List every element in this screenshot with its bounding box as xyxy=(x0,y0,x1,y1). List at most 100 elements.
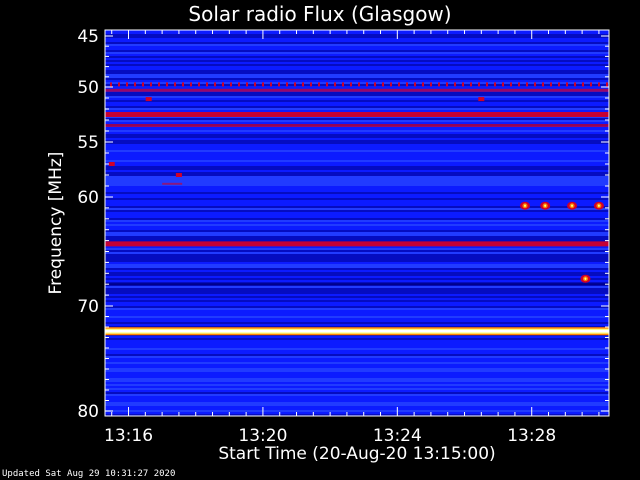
heatmap-row xyxy=(105,130,609,132)
heatmap-row xyxy=(105,358,609,360)
band-dash xyxy=(198,82,200,87)
band-dash xyxy=(526,82,528,87)
heatmap-row xyxy=(105,82,609,84)
heatmap-row xyxy=(105,382,609,384)
heatmap-row xyxy=(105,410,609,412)
heatmap-row xyxy=(105,34,609,36)
chart-title: Solar radio Flux (Glasgow) xyxy=(188,2,452,26)
heatmap-row xyxy=(105,288,609,290)
heatmap-row xyxy=(105,56,609,58)
heatmap-row xyxy=(105,42,609,44)
heatmap-row xyxy=(105,236,609,238)
band-dash xyxy=(118,82,120,87)
y-tick-label: 80 xyxy=(77,402,99,422)
heatmap-row xyxy=(105,256,609,258)
band-dash xyxy=(342,82,344,87)
heatmap-row xyxy=(105,192,609,194)
heatmap-row xyxy=(105,348,609,350)
band-medium xyxy=(105,241,609,247)
heatmap-row xyxy=(105,312,609,314)
band-dash xyxy=(534,82,536,87)
band-dash xyxy=(598,82,600,87)
heatmap-row xyxy=(105,402,609,404)
heatmap-row xyxy=(105,342,609,344)
heatmap-row xyxy=(105,188,609,190)
band-dash xyxy=(326,82,328,87)
heatmap-row xyxy=(105,276,609,278)
band-dash xyxy=(462,82,464,87)
heatmap-row xyxy=(105,262,609,264)
band-dash xyxy=(214,82,216,87)
band-dash xyxy=(134,82,136,87)
heatmap-row xyxy=(105,260,609,262)
heatmap-row xyxy=(105,304,609,306)
band-dash xyxy=(470,82,472,87)
heatmap-row xyxy=(105,140,609,142)
heatmap-row xyxy=(105,48,609,50)
heatmap-row xyxy=(105,336,609,338)
heatmap-row xyxy=(105,204,609,206)
heatmap-row xyxy=(105,316,609,318)
heatmap-row xyxy=(105,198,609,200)
band-dash xyxy=(406,82,408,87)
heatmap-row xyxy=(105,118,609,120)
heatmap-row xyxy=(105,136,609,138)
heatmap-row xyxy=(105,230,609,232)
band-dash xyxy=(430,82,432,87)
heatmap-row xyxy=(105,64,609,66)
heatmap-row xyxy=(105,218,609,220)
heatmap-row xyxy=(105,222,609,224)
heatmap-row xyxy=(105,72,609,74)
heatmap-row xyxy=(105,322,609,324)
heatmap-row xyxy=(105,142,609,144)
heatmap-row xyxy=(105,290,609,292)
heatmap-row xyxy=(105,306,609,308)
heatmap-row xyxy=(105,180,609,182)
band-dash xyxy=(126,82,128,87)
band-dash xyxy=(398,82,400,87)
heatmap-row xyxy=(105,120,609,122)
y-tick-label: 55 xyxy=(77,133,99,153)
band-dash xyxy=(574,82,576,87)
heatmap-row xyxy=(105,340,609,342)
heatmap-row xyxy=(105,232,609,234)
heatmap-row xyxy=(105,228,609,230)
heatmap-row xyxy=(105,164,609,166)
band-dash xyxy=(486,82,488,87)
heatmap-row xyxy=(105,398,609,400)
band-dash xyxy=(262,82,264,87)
burst-low xyxy=(162,182,183,185)
band-dash xyxy=(422,82,424,87)
heatmap-row xyxy=(105,86,609,88)
heatmap-row xyxy=(105,144,609,146)
band-dash xyxy=(174,82,176,87)
x-tick-label: 13:24 xyxy=(373,426,422,446)
heatmap-row xyxy=(105,186,609,188)
band-dash xyxy=(382,82,384,87)
band-dash xyxy=(414,82,416,87)
y-tick-label: 50 xyxy=(77,78,99,98)
heatmap-row xyxy=(105,368,609,370)
band-low xyxy=(105,283,609,286)
burst-peak xyxy=(597,204,600,207)
heatmap-row xyxy=(105,36,609,38)
heatmap-row xyxy=(105,362,609,364)
heatmap-row xyxy=(105,216,609,218)
x-axis-label: Start Time (20-Aug-20 13:15:00) xyxy=(218,444,496,464)
heatmap-row xyxy=(105,40,609,42)
heatmap-row xyxy=(105,248,609,250)
heatmap-row xyxy=(105,156,609,158)
heatmap-row xyxy=(105,96,609,98)
updated-timestamp: Updated Sat Aug 29 10:31:27 2020 xyxy=(2,469,176,479)
band-dash xyxy=(358,82,360,87)
heatmap-row xyxy=(105,146,609,148)
heatmap-row xyxy=(105,352,609,354)
burst-medium xyxy=(175,173,182,177)
band-dash xyxy=(278,82,280,87)
heatmap-row xyxy=(105,274,609,276)
heatmap-layer xyxy=(105,30,609,416)
band-dash xyxy=(318,82,320,87)
heatmap-row xyxy=(105,356,609,358)
x-tick-label: 13:16 xyxy=(104,426,153,446)
band-dash xyxy=(582,82,584,87)
